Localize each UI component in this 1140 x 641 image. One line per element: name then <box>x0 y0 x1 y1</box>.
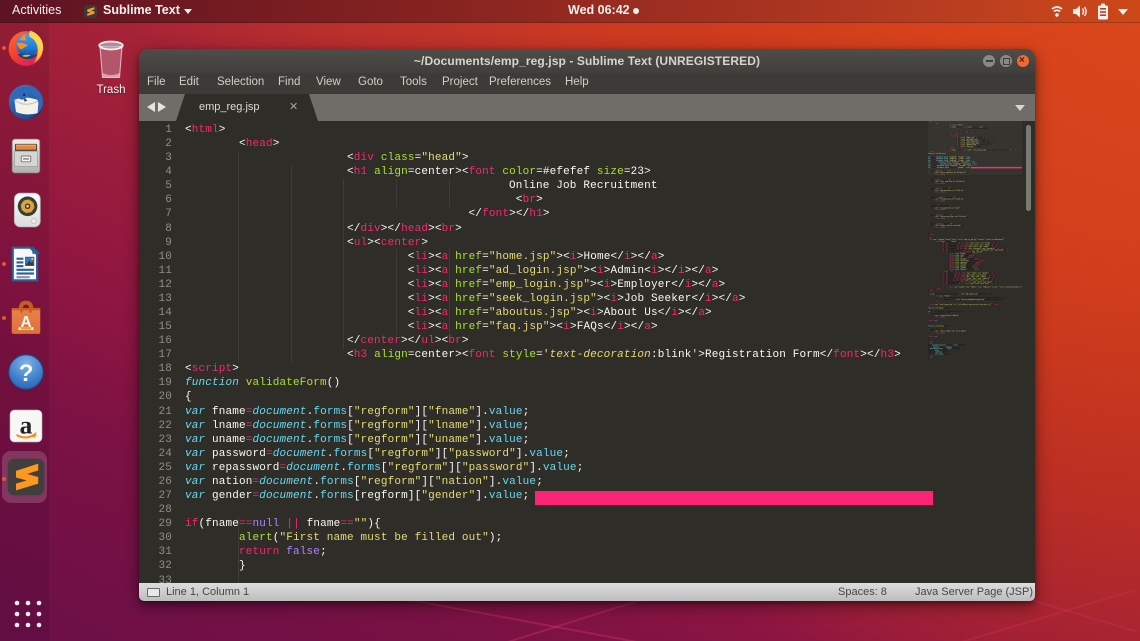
svg-text:?: ? <box>19 360 34 387</box>
svg-text:a: a <box>20 411 33 439</box>
